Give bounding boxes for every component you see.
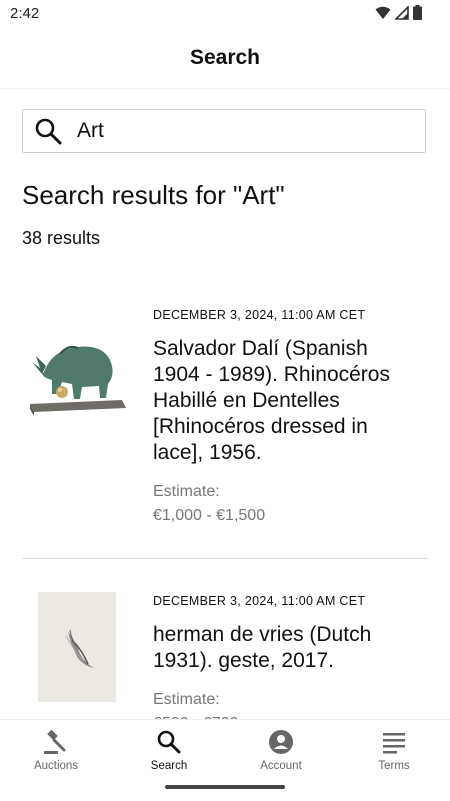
nav-item-terms[interactable]: Terms: [338, 720, 450, 780]
result-item[interactable]: DECEMBER 3, 2024, 11:00 AM CET Salvador …: [22, 300, 428, 540]
estimate-value: €1,000 - €1,500: [153, 507, 266, 524]
auction-date: DECEMBER 3, 2024, 11:00 AM CET: [153, 308, 366, 322]
gesture-handle[interactable]: [165, 785, 285, 789]
divider: [22, 558, 428, 559]
app-bar: Search: [0, 28, 450, 89]
search-icon: [35, 118, 62, 145]
nav-item-auctions[interactable]: Auctions: [0, 720, 112, 780]
nav-item-search[interactable]: Search: [113, 720, 225, 780]
search-field[interactable]: [22, 109, 426, 153]
result-info: DECEMBER 3, 2024, 11:00 AM CET herman de…: [153, 594, 413, 736]
results-title: Search results for "Art": [22, 180, 285, 210]
search-icon: [157, 730, 181, 754]
lot-title[interactable]: herman de vries (Dutch 1931). geste, 201…: [153, 622, 413, 674]
search-input[interactable]: [75, 118, 399, 144]
signal-icon: [395, 5, 409, 20]
estimate-label: Estimate:: [153, 483, 220, 500]
wifi-icon: [375, 6, 391, 19]
status-bar: 2:42: [0, 0, 450, 28]
artwork-thumbnail[interactable]: [38, 592, 116, 702]
account-icon: [269, 730, 293, 754]
gavel-icon: [44, 729, 66, 754]
nav-label: Auctions: [33, 760, 79, 772]
result-info: DECEMBER 3, 2024, 11:00 AM CET Salvador …: [153, 308, 413, 528]
nav-label: Terms: [378, 760, 410, 772]
nav-label: Account: [260, 760, 302, 772]
nav-label: Search: [150, 760, 188, 772]
auction-date: DECEMBER 3, 2024, 11:00 AM CET: [153, 594, 366, 608]
results-count: 38 results: [22, 228, 101, 248]
status-time: 2:42: [10, 5, 40, 22]
lot-title[interactable]: Salvador Dalí (Spanish 1904 - 1989). Rhi…: [153, 336, 413, 466]
estimate-label: Estimate:: [153, 691, 220, 708]
page-title: Search: [189, 46, 261, 69]
terms-icon: [383, 733, 405, 754]
nav-item-account[interactable]: Account: [225, 720, 337, 780]
battery-icon: [413, 5, 422, 20]
artwork-thumbnail[interactable]: [22, 320, 132, 420]
status-icons: [375, 5, 422, 20]
